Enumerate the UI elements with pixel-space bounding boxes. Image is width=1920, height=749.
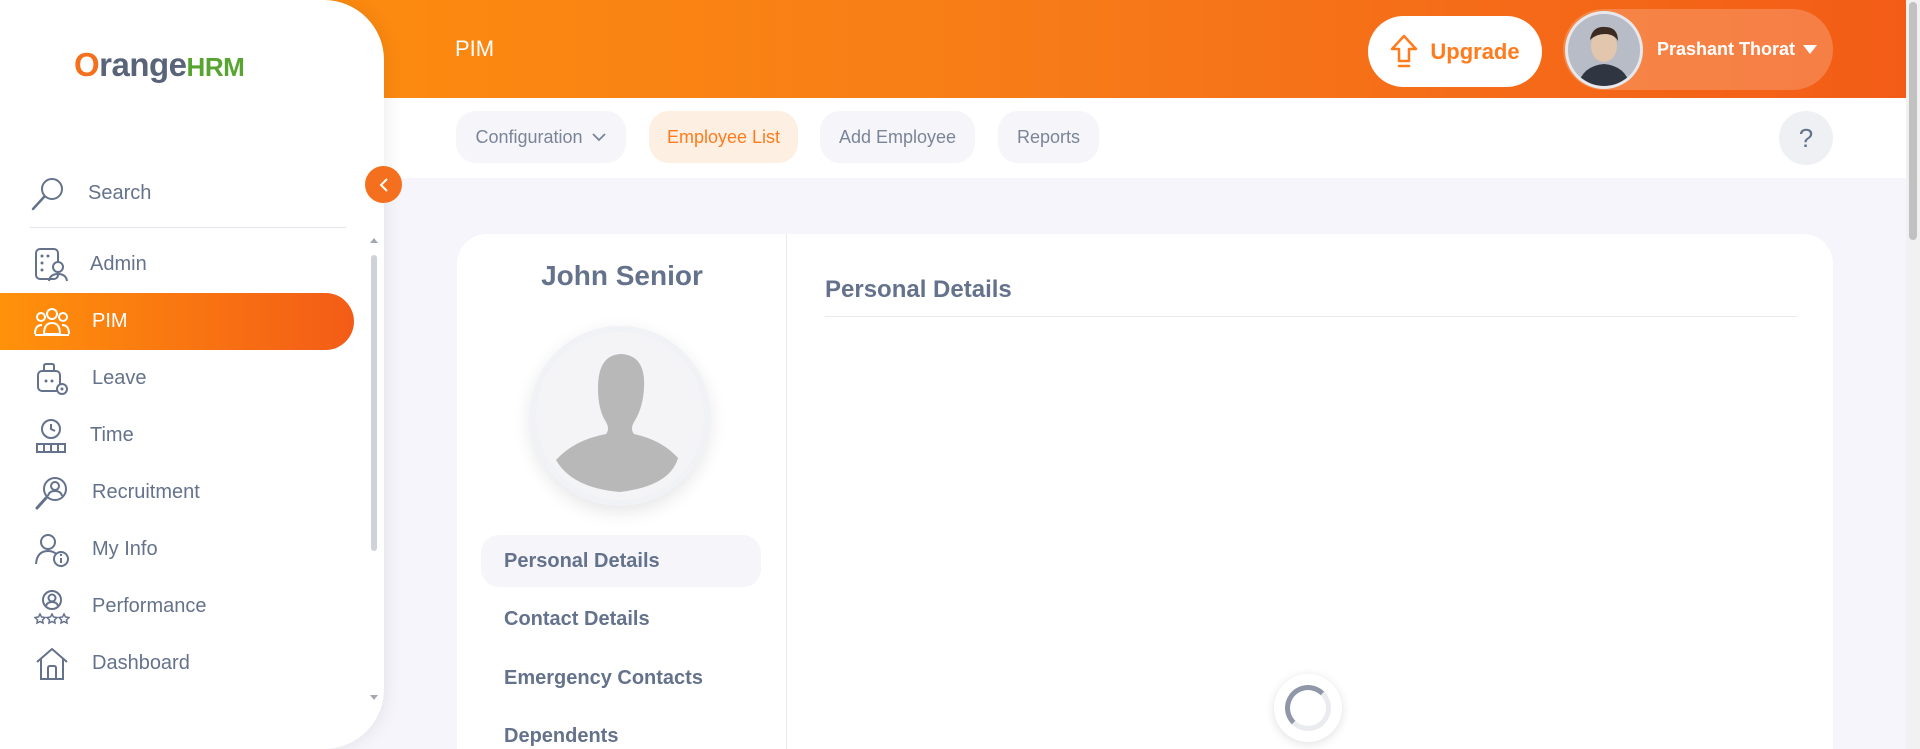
tab-employee-list-label: Employee List — [666, 126, 781, 147]
loading-spinner — [1274, 674, 1342, 742]
user-name: Prashant Thorat — [1657, 39, 1796, 59]
page-scroll-thumb[interactable] — [1909, 2, 1917, 240]
tab-configuration-label: Configuration — [475, 126, 583, 147]
tab-add-employee-label: Add Employee — [838, 126, 957, 147]
sidebar-item-pim[interactable]: PIM — [0, 293, 354, 350]
menu-dependents[interactable]: Dependents — [481, 710, 761, 749]
user-silhouette-icon — [536, 332, 704, 500]
sidebar-item-label: Time — [90, 424, 134, 446]
search-icon — [31, 177, 63, 210]
tab-configuration[interactable]: Configuration — [456, 111, 626, 163]
scroll-down-icon — [370, 695, 378, 700]
menu-personal-details[interactable]: Personal Details — [481, 535, 761, 587]
employee-photo[interactable] — [530, 326, 710, 506]
search-label: Search — [88, 182, 152, 204]
chevron-left-icon — [379, 177, 388, 192]
sidebar-item-label: Recruitment — [92, 481, 200, 503]
pim-icon — [34, 307, 70, 336]
employee-side-panel: John Senior Personal Details Contact Det… — [457, 234, 787, 749]
menu-emergency-contacts[interactable]: Emergency Contacts — [481, 652, 761, 704]
sidebar: OrangeHRM Search Admin PIM Leave Time Re… — [0, 0, 384, 749]
employee-card: John Senior Personal Details Contact Det… — [457, 234, 1833, 749]
sidebar-item-label: Leave — [92, 367, 147, 389]
dashboard-icon — [36, 647, 68, 680]
section-divider — [825, 316, 1797, 317]
admin-icon — [35, 247, 68, 281]
performance-icon — [34, 589, 70, 624]
user-dropdown[interactable]: Prashant Thorat — [1563, 9, 1833, 90]
leave-icon — [37, 362, 68, 395]
time-icon — [36, 418, 66, 453]
sidebar-scroll-thumb[interactable] — [371, 255, 377, 551]
tab-employee-list[interactable]: Employee List — [649, 111, 798, 163]
upgrade-arrow-icon — [1391, 34, 1418, 67]
caret-down-icon — [1803, 45, 1818, 54]
recruitment-icon — [35, 476, 67, 509]
tab-reports-label: Reports — [1016, 126, 1081, 147]
sidebar-item-performance[interactable]: Performance — [0, 578, 354, 635]
upgrade-label: Upgrade — [1430, 38, 1520, 64]
sidebar-item-label: Dashboard — [92, 652, 190, 674]
sidebar-item-dashboard[interactable]: Dashboard — [0, 635, 354, 692]
collapse-sidebar-button[interactable] — [365, 166, 402, 203]
module-title: PIM — [455, 36, 495, 61]
help-button[interactable]: ? — [1779, 111, 1833, 165]
sidebar-item-label: Performance — [92, 595, 207, 617]
sidebar-item-label: My Info — [92, 538, 158, 560]
avatar — [1565, 10, 1643, 89]
sidebar-item-time[interactable]: Time — [0, 407, 354, 464]
sidebar-search[interactable]: Search — [30, 160, 346, 228]
sidebar-item-leave[interactable]: Leave — [0, 350, 354, 407]
sidebar-item-label: PIM — [92, 310, 128, 332]
sidebar-item-label: Admin — [90, 253, 147, 275]
section-title: Personal Details — [825, 276, 1012, 303]
spinner-icon — [1285, 685, 1331, 731]
employee-name: John Senior — [541, 260, 703, 291]
upgrade-button[interactable]: Upgrade — [1368, 16, 1542, 87]
sidebar-item-admin[interactable]: Admin — [0, 236, 354, 293]
my-info-icon — [35, 533, 69, 567]
sidebar-item-my-info[interactable]: My Info — [0, 521, 354, 578]
orangehrm-logo: OrangeHRM — [74, 46, 245, 83]
menu-contact-details[interactable]: Contact Details — [481, 593, 761, 645]
scroll-up-icon — [370, 238, 378, 243]
sidebar-item-recruitment[interactable]: Recruitment — [0, 464, 354, 521]
tab-reports[interactable]: Reports — [998, 111, 1099, 163]
chevron-down-icon — [591, 133, 606, 142]
tab-add-employee[interactable]: Add Employee — [820, 111, 975, 163]
